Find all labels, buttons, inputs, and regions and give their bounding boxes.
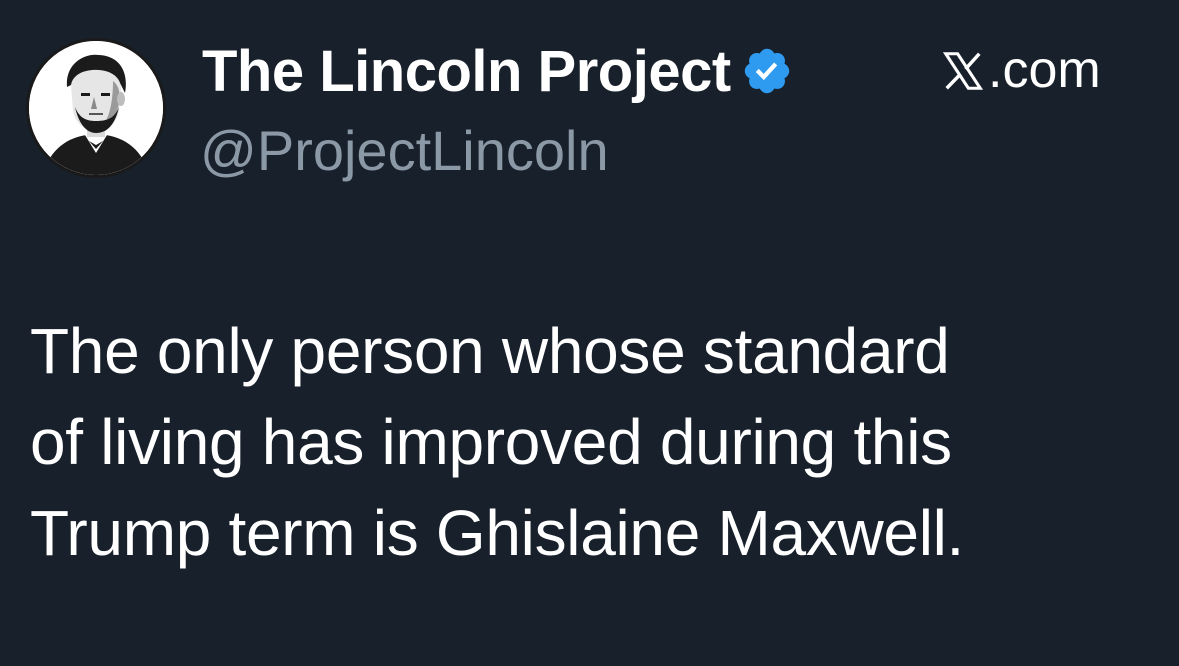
- display-name-row: The Lincoln Project: [202, 36, 793, 106]
- account-handle[interactable]: @ProjectLincoln: [200, 118, 609, 183]
- profile-avatar[interactable]: [26, 38, 166, 178]
- tweet-text: The only person whose standard of living…: [30, 306, 1150, 579]
- tweet-text-line: The only person whose standard: [30, 315, 950, 387]
- source-label: .com: [940, 38, 1101, 102]
- tweet-card: The Lincoln Project @ProjectLincoln .com…: [0, 0, 1179, 666]
- tweet-text-line: of living has improved during this: [30, 406, 952, 478]
- verified-badge-icon: [741, 45, 793, 97]
- display-name[interactable]: The Lincoln Project: [202, 38, 731, 105]
- tweet-text-line: Trump term is Ghislaine Maxwell.: [30, 497, 965, 569]
- lincoln-portrait-icon: [29, 41, 163, 175]
- source-domain: .com: [988, 41, 1101, 99]
- x-logo-icon: [940, 47, 986, 93]
